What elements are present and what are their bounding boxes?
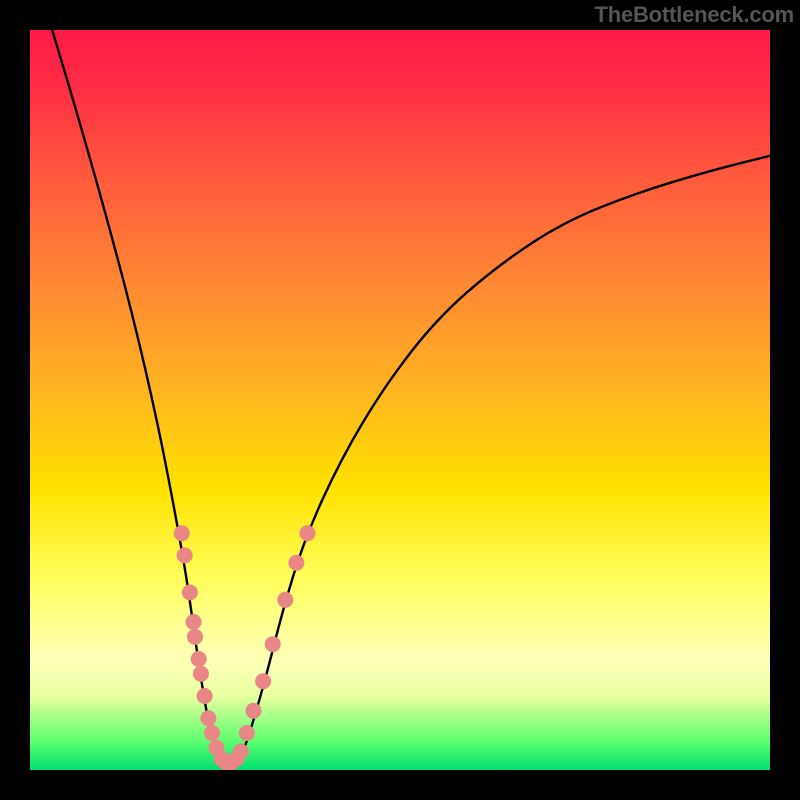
data-dot xyxy=(200,710,216,726)
data-dot xyxy=(255,673,271,689)
data-dot xyxy=(288,555,304,571)
bottleneck-curve xyxy=(52,30,770,768)
data-dot xyxy=(197,688,213,704)
data-dot xyxy=(245,703,261,719)
watermark: TheBottleneck.com xyxy=(594,2,794,28)
data-dot xyxy=(193,666,209,682)
data-dot xyxy=(204,725,220,741)
data-dots xyxy=(174,525,316,770)
data-dot xyxy=(182,584,198,600)
data-dot xyxy=(187,629,203,645)
data-dot xyxy=(265,636,281,652)
data-dot xyxy=(277,592,293,608)
data-dot xyxy=(186,614,202,630)
data-dot xyxy=(233,744,249,760)
data-dot xyxy=(191,651,207,667)
data-dot xyxy=(239,725,255,741)
chart-svg xyxy=(30,30,770,770)
frame: TheBottleneck.com xyxy=(0,0,800,800)
data-dot xyxy=(174,525,190,541)
data-dot xyxy=(300,525,316,541)
data-dot xyxy=(177,547,193,563)
